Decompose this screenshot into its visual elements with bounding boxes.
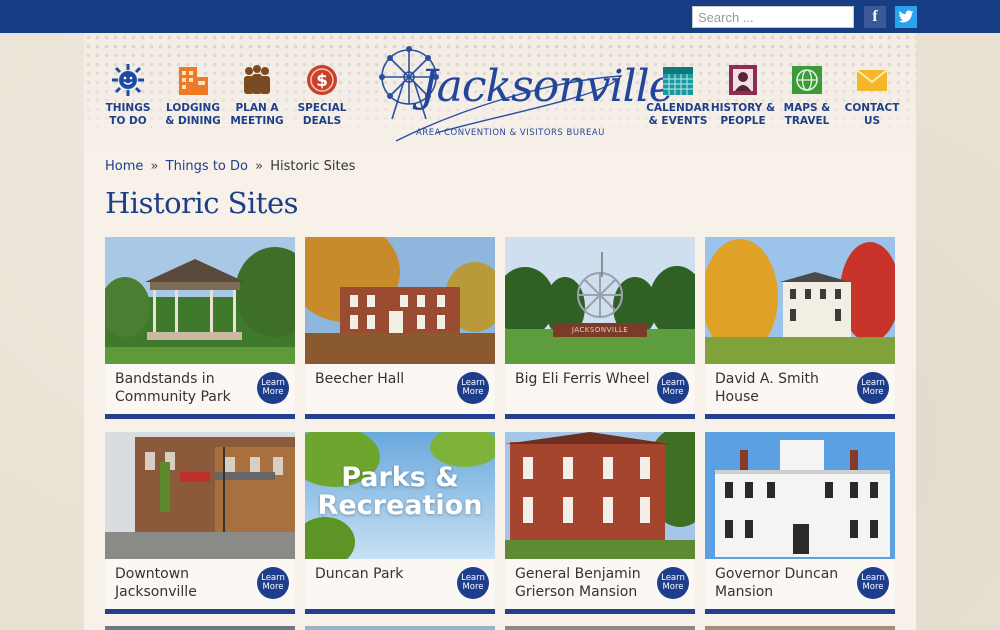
card-title-line: Bandstands in (115, 371, 215, 387)
dollar-coin-icon: $ (305, 63, 339, 97)
envelope-icon (855, 63, 889, 97)
card-duncan-park[interactable]: Parks & Recreation Duncan Park Learn Mor… (305, 432, 495, 614)
learn-more-line: More (862, 582, 884, 592)
overlay-line: Parks & (341, 462, 459, 493)
card-title[interactable]: Beecher Hall (315, 370, 455, 388)
breadcrumb: Home » Things to Do » Historic Sites (105, 159, 355, 174)
card-photo (705, 237, 895, 364)
card-photo (105, 432, 295, 559)
breadcrumb-home[interactable]: Home (105, 159, 143, 174)
card-title-line: Grierson Mansion (515, 584, 638, 600)
learn-more-line: More (262, 387, 284, 397)
svg-text:$: $ (316, 71, 328, 91)
card-photo: Parks & Recreation (305, 432, 495, 559)
photo-overlay-text: Parks & Recreation (305, 464, 495, 520)
card-governor-duncan-mansion[interactable]: Governor Duncan Mansion Learn More (705, 432, 895, 614)
card-title-line: Downtown (115, 566, 190, 582)
nav-label: DEALS (302, 115, 342, 127)
card-title-line: Beecher Hall (315, 371, 405, 387)
photo-sign-text: JACKSONVILLE (571, 326, 629, 334)
card-photo (305, 237, 495, 364)
card-title-line: Big Eli Ferris Wheel (515, 371, 650, 387)
building-icon (176, 63, 210, 97)
content-panel: THINGS TO DO LODGING & DINING PLAN A MEE… (84, 33, 916, 630)
card-title-line: Jacksonville (115, 584, 197, 600)
card-title[interactable]: Duncan Park (315, 565, 455, 583)
site-logo[interactable]: Jacksonville AREA CONVENTION & VISITORS … (376, 41, 675, 151)
search-input[interactable] (692, 6, 854, 28)
page-title: Historic Sites (105, 186, 299, 220)
logo-subtitle: AREA CONVENTION & VISITORS BUREAU (416, 128, 605, 138)
learn-more-line: More (262, 582, 284, 592)
card-title-line: General Benjamin (515, 566, 641, 582)
card-title-line: David A. Smith (715, 371, 819, 387)
card-photo (505, 432, 695, 559)
card-title-line: Community Park (115, 389, 231, 405)
card-title-line: House (715, 389, 759, 405)
globe-icon (790, 63, 824, 97)
card-title[interactable]: Bandstands in Community Park (115, 370, 255, 406)
nav-special-deals[interactable]: $ SPECIAL DEALS (282, 63, 362, 128)
learn-more-line: More (662, 582, 684, 592)
overlay-line: Recreation (317, 490, 483, 521)
card-title-line: Duncan Park (315, 566, 404, 582)
logo-wordmark: Jacksonville (420, 61, 675, 112)
card-beecher-hall[interactable]: Beecher Hall Learn More (305, 237, 495, 419)
learn-more-button[interactable]: Learn More (657, 372, 689, 404)
card-title-line: Governor Duncan (715, 566, 839, 582)
card-title[interactable]: David A. Smith House (715, 370, 855, 406)
card-title[interactable]: Downtown Jacksonville (115, 565, 255, 601)
breadcrumb-current: Historic Sites (270, 159, 356, 174)
nav-contact-us[interactable]: CONTACT US (832, 63, 912, 128)
card-photo (705, 432, 895, 559)
nav-label: CONTACT (844, 102, 900, 114)
card-title[interactable]: Big Eli Ferris Wheel (515, 370, 655, 388)
next-row-card (305, 626, 495, 630)
card-david-smith-house[interactable]: David A. Smith House Learn More (705, 237, 895, 419)
learn-more-line: More (662, 387, 684, 397)
sun-icon (111, 63, 145, 97)
learn-more-button[interactable]: Learn More (857, 372, 889, 404)
card-bandstands[interactable]: Bandstands in Community Park Learn More (105, 237, 295, 419)
nav-label: US (863, 115, 881, 127)
facebook-icon[interactable]: f (864, 6, 886, 28)
breadcrumb-things-to-do[interactable]: Things to Do (166, 159, 248, 174)
breadcrumb-separator: » (150, 159, 159, 174)
card-big-eli[interactable]: JACKSONVILLE Big Eli Ferris Wheel Learn … (505, 237, 695, 419)
nav-label: SPECIAL (297, 102, 347, 114)
learn-more-button[interactable]: Learn More (657, 567, 689, 599)
twitter-icon[interactable] (895, 6, 917, 28)
learn-more-button[interactable]: Learn More (457, 372, 489, 404)
learn-more-button[interactable]: Learn More (257, 567, 289, 599)
card-photo: JACKSONVILLE (505, 237, 695, 364)
calendar-icon (661, 63, 695, 97)
next-row-card (105, 626, 295, 630)
card-title[interactable]: General Benjamin Grierson Mansion (515, 565, 655, 601)
learn-more-button[interactable]: Learn More (257, 372, 289, 404)
card-title[interactable]: Governor Duncan Mansion (715, 565, 855, 601)
card-grierson-mansion[interactable]: General Benjamin Grierson Mansion Learn … (505, 432, 695, 614)
breadcrumb-separator: » (255, 159, 264, 174)
learn-more-line: More (462, 582, 484, 592)
people-icon (240, 63, 274, 97)
learn-more-line: More (462, 387, 484, 397)
card-title-line: Mansion (715, 584, 774, 600)
next-row-card (505, 626, 695, 630)
card-downtown[interactable]: Downtown Jacksonville Learn More (105, 432, 295, 614)
next-row-card (705, 626, 895, 630)
card-photo (105, 237, 295, 364)
learn-more-button[interactable]: Learn More (457, 567, 489, 599)
portrait-icon (726, 63, 760, 97)
learn-more-button[interactable]: Learn More (857, 567, 889, 599)
learn-more-line: More (862, 387, 884, 397)
